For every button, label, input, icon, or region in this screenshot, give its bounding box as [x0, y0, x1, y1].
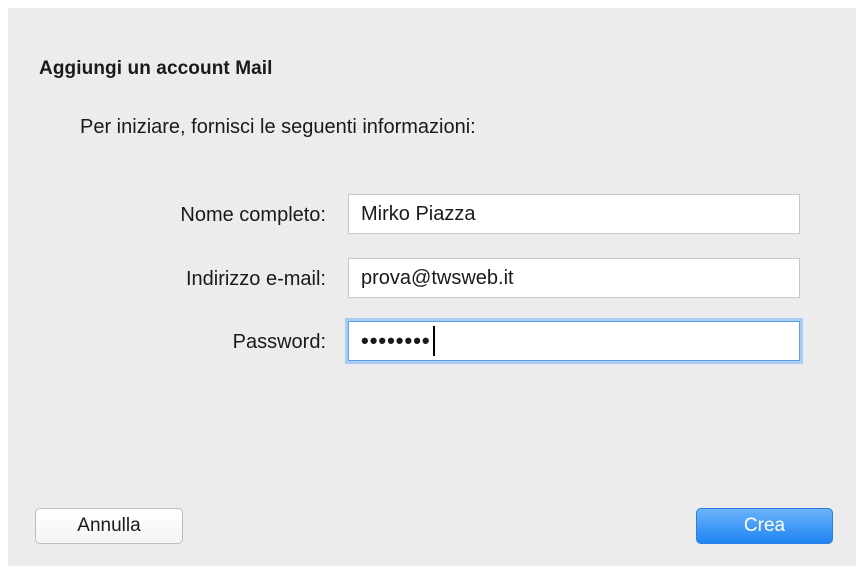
- full-name-value: Mirko Piazza: [361, 203, 476, 225]
- email-value: prova@twsweb.it: [361, 267, 514, 289]
- email-label: Indirizzo e-mail:: [185, 268, 326, 290]
- full-name-label: Nome completo:: [180, 204, 326, 226]
- text-caret: [432, 325, 435, 356]
- add-mail-account-dialog: Aggiungi un account Mail Per iniziare, f…: [8, 8, 856, 566]
- password-field[interactable]: ••••••••: [348, 321, 800, 361]
- password-masked-value: ••••••••: [361, 328, 431, 353]
- email-field[interactable]: prova@twsweb.it: [348, 258, 800, 298]
- intro-text: Per iniziare, fornisci le seguenti infor…: [80, 116, 476, 138]
- full-name-field[interactable]: Mirko Piazza: [348, 194, 800, 234]
- password-label: Password:: [232, 331, 326, 353]
- cancel-button[interactable]: Annulla: [35, 508, 183, 544]
- dialog-title: Aggiungi un account Mail: [39, 58, 273, 79]
- create-button[interactable]: Crea: [696, 508, 833, 544]
